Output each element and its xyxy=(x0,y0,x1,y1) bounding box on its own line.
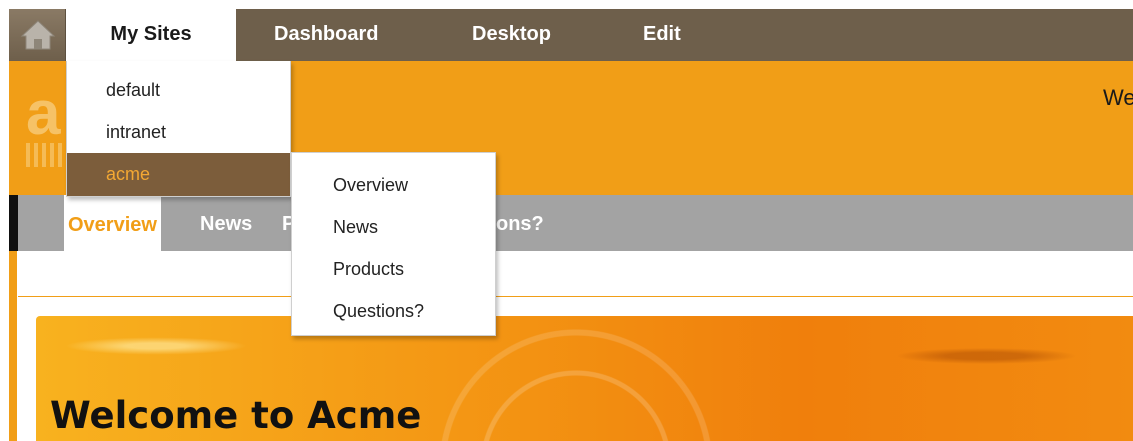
my-sites-dropdown: default intranet acme xyxy=(66,61,291,197)
tab-dashboard[interactable]: Dashboard xyxy=(274,9,378,61)
site-item-acme[interactable]: acme xyxy=(67,153,290,196)
home-button[interactable] xyxy=(9,9,66,61)
nav-item-questions[interactable]: ons? xyxy=(496,213,544,236)
submenu-item-products[interactable]: Products xyxy=(292,248,495,290)
tab-edit[interactable]: Edit xyxy=(643,9,681,61)
site-item-intranet[interactable]: intranet xyxy=(67,111,290,153)
nav-item-news[interactable]: News xyxy=(200,213,252,236)
acme-pages-submenu: Overview News Products Questions? xyxy=(291,152,496,336)
nav-item-overview[interactable]: Overview xyxy=(64,195,161,251)
banner-title: Welcome to Acme xyxy=(50,394,422,437)
submenu-item-questions[interactable]: Questions? xyxy=(292,290,495,332)
home-icon xyxy=(20,20,56,50)
welcome-text: We xyxy=(1103,85,1133,110)
submenu-item-overview[interactable]: Overview xyxy=(292,164,495,206)
left-border-dark xyxy=(9,195,18,251)
logo-decoration xyxy=(26,143,66,167)
site-navigation: Overview News P ons? xyxy=(18,195,1133,251)
tab-desktop[interactable]: Desktop xyxy=(472,9,551,61)
welcome-banner: Welcome to Acme xyxy=(36,316,1133,441)
site-item-default[interactable]: default xyxy=(67,69,290,111)
tab-my-sites[interactable]: My Sites xyxy=(66,9,236,61)
dock-bar: My Sites Dashboard Desktop Edit xyxy=(9,9,1133,61)
breadcrumb-strip xyxy=(18,251,1133,297)
submenu-item-news[interactable]: News xyxy=(292,206,495,248)
